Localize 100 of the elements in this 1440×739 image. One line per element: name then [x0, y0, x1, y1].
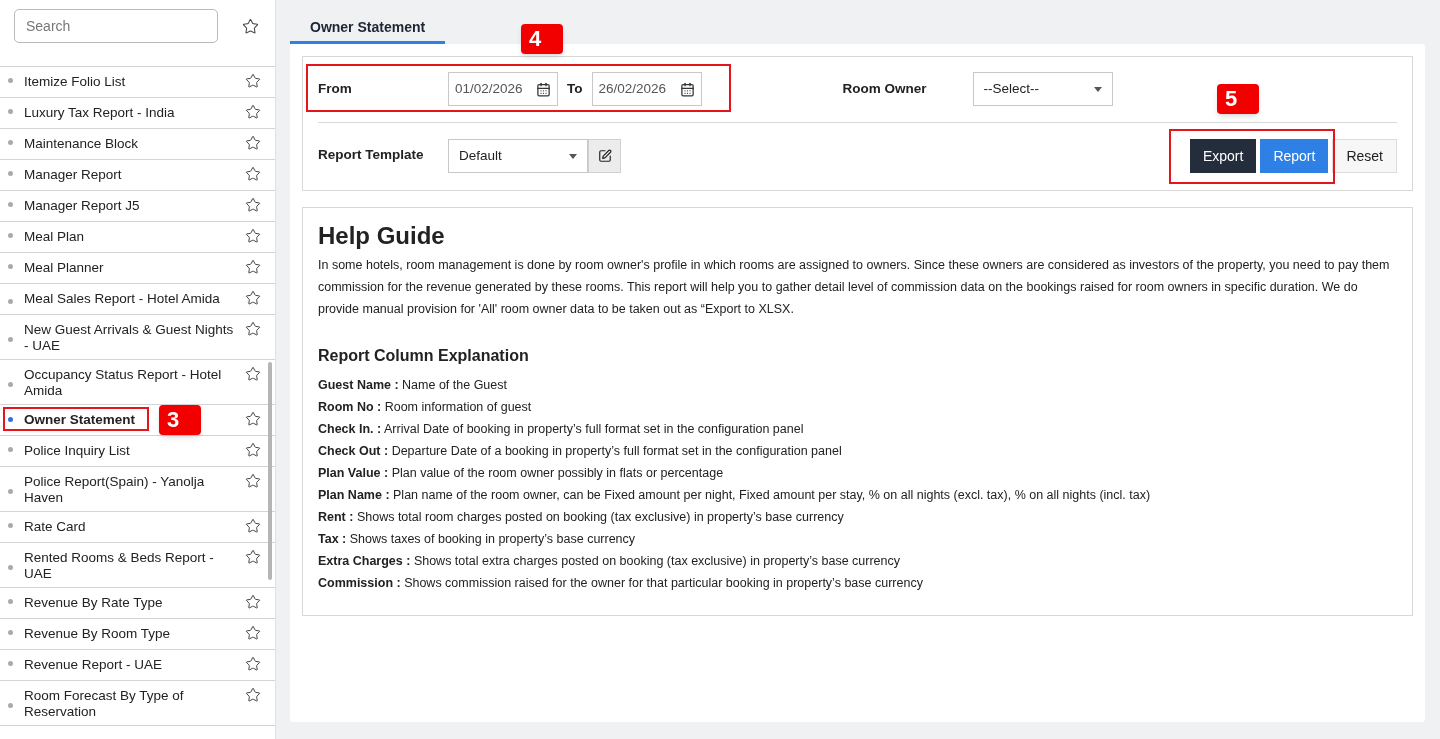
sidebar-item[interactable]: Revenue By Rate Type — [0, 588, 275, 619]
star-icon[interactable] — [245, 687, 261, 703]
step-badge: 3 — [159, 405, 202, 435]
sidebar-item[interactable]: Meal Plan — [0, 222, 275, 253]
template-select[interactable]: Default — [448, 139, 588, 174]
star-icon[interactable] — [245, 442, 261, 458]
item-label: Meal Plan — [24, 229, 85, 244]
star-icon[interactable] — [245, 290, 261, 306]
sidebar-item[interactable]: Revenue Report - UAE — [0, 650, 275, 681]
star-icon[interactable] — [245, 549, 261, 565]
edit-icon — [597, 149, 612, 164]
column-explanation: Room No : Room information of guest — [318, 399, 533, 416]
action-button[interactable]: Export — [1189, 139, 1257, 174]
scrollbar-thumb[interactable] — [268, 362, 272, 580]
bullet-icon — [8, 599, 13, 604]
bullet-icon — [8, 382, 13, 387]
item-label: Police Report(Spain) - Yanolja Haven — [24, 474, 205, 505]
sidebar-item[interactable]: Itemize Folio List — [0, 67, 275, 98]
star-icon[interactable] — [245, 518, 261, 534]
item-label: Manager Report J5 — [24, 198, 140, 213]
field-label: Report Template — [318, 145, 425, 164]
column-explanation: Check In. : Arrival Date of booking in property’s full format set in the configuration panel — [318, 421, 805, 438]
star-icon[interactable] — [245, 321, 261, 337]
sidebar-item[interactable]: Owner Statement 3 — [0, 405, 275, 436]
calendar-icon — [536, 81, 551, 97]
caret-icon — [569, 153, 577, 159]
star-icon[interactable] — [245, 228, 261, 244]
field-label: Room Owner — [842, 80, 928, 99]
action-button[interactable]: Report — [1260, 139, 1329, 174]
star-icon[interactable] — [245, 135, 261, 151]
sidebar-item[interactable]: Meal Planner — [0, 253, 275, 284]
sidebar-item[interactable]: Manager Report J5 — [0, 191, 275, 222]
action-button[interactable]: Reset — [1332, 139, 1397, 174]
item-label: Occupancy Status Report - Hotel Amida — [24, 367, 222, 398]
sidebar-item[interactable]: New Guest Arrivals & Guest Nights - UAE — [0, 315, 275, 360]
item-label: New Guest Arrivals & Guest Nights - UAE — [24, 322, 234, 353]
sidebar-item[interactable]: Luxury Tax Report - India — [0, 98, 275, 129]
bullet-icon — [8, 299, 13, 304]
column-explanation: Plan Name : Plan name of the room owner, can be Fixed amount per night, Fixed amount per stay, % on all nights (excl. tax), % on all nights (incl. tax) — [318, 487, 1152, 504]
help-subtitle: Report Column Explanation — [318, 346, 530, 366]
step-badge: 5 — [1217, 84, 1259, 114]
bullet-icon — [8, 703, 13, 708]
field-label: To — [566, 80, 584, 99]
item-label: Maintenance Block — [24, 136, 139, 151]
star-icon[interactable] — [245, 104, 261, 120]
edit-template-button[interactable] — [588, 139, 621, 174]
step-badge: 4 — [521, 24, 563, 54]
item-label: Rented Rooms & Beds Report - UAE — [24, 550, 214, 581]
caret-icon — [1093, 86, 1102, 92]
star-icon[interactable] — [245, 625, 261, 641]
star-icon[interactable] — [242, 17, 259, 35]
bullet-icon — [8, 630, 13, 635]
sidebar-item[interactable]: Revenue By Room Type — [0, 619, 275, 650]
sidebar-item[interactable]: Maintenance Block — [0, 129, 275, 160]
star-icon[interactable] — [245, 166, 261, 182]
field-label: From — [318, 80, 353, 99]
column-explanation: Extra Charges : Shows total extra charges posted on booking (tax exclusive) in property’s base currency — [318, 553, 901, 570]
star-icon[interactable] — [245, 656, 261, 672]
item-label: Rate Card — [24, 519, 86, 534]
bullet-icon — [8, 264, 13, 269]
item-label: Itemize Folio List — [24, 74, 126, 89]
star-icon[interactable] — [245, 197, 261, 213]
star-icon[interactable] — [245, 411, 261, 427]
item-label: Meal Planner — [24, 260, 104, 275]
bullet-icon — [8, 661, 13, 666]
column-explanation: Guest Name : Name of the Guest — [318, 377, 508, 394]
bullet-icon — [8, 202, 13, 207]
date-field[interactable]: 01/02/2026 — [448, 72, 558, 107]
star-icon[interactable] — [245, 473, 261, 489]
bullet-icon — [8, 171, 13, 176]
sidebar-item[interactable]: Manager Report — [0, 160, 275, 191]
room-owner-select[interactable]: --Select-- — [972, 72, 1113, 107]
date-field[interactable]: 26/02/2026 — [591, 72, 702, 107]
column-explanation: Plan Value : Plan value of the room owner possibly in flats or percentage — [318, 465, 725, 482]
calendar-icon — [679, 81, 695, 97]
bullet-icon — [8, 109, 13, 114]
bullet-icon — [8, 565, 13, 570]
star-icon[interactable] — [245, 259, 261, 275]
sidebar-item[interactable]: Room Forecast By Type of Reservation — [0, 681, 275, 726]
column-explanation: Tax : Shows taxes of booking in property’s base currency — [318, 531, 637, 548]
bullet-icon — [8, 78, 13, 83]
sidebar-item[interactable]: Meal Sales Report - Hotel Amida — [0, 284, 275, 315]
bullet-icon — [8, 489, 13, 494]
bullet-icon — [8, 337, 13, 342]
bullet-icon — [8, 140, 13, 145]
column-explanation: Commission : Shows commission raised for the owner for that particular booking in property’s base currency — [318, 575, 924, 592]
star-icon[interactable] — [245, 73, 261, 89]
column-explanation: Check Out : Departure Date of a booking in property’s full format set in the configuration panel — [318, 443, 843, 460]
column-explanation: Rent : Shows total room charges posted on booking (tax exclusive) in property’s base currency — [318, 509, 845, 526]
item-label: Luxury Tax Report - India — [24, 105, 175, 120]
item-label: Meal Sales Report - Hotel Amida — [24, 291, 220, 306]
item-label: Room Forecast By Type of Reservation — [24, 688, 184, 719]
star-icon[interactable] — [245, 366, 261, 382]
star-icon[interactable] — [245, 594, 261, 610]
item-label: Owner Statement — [24, 411, 136, 427]
search-field[interactable]: Search — [14, 9, 218, 43]
help-intro: In some hotels, room management is done by room owner's profile in which rooms are assigned to owners. Since these owners are considered as investors of the property, you need to pay them commission for the revenue generated by these rooms. This report will help you to gather detail level of commission data on the bookings raised for room owners in specific duration. We do provide manual provision for 'All' room owner data to be taken out as “Export to XLSX. — [318, 257, 1391, 318]
bullet-icon — [8, 233, 13, 238]
item-label: Revenue Report - UAE — [24, 657, 163, 672]
bullet-icon — [8, 523, 13, 528]
